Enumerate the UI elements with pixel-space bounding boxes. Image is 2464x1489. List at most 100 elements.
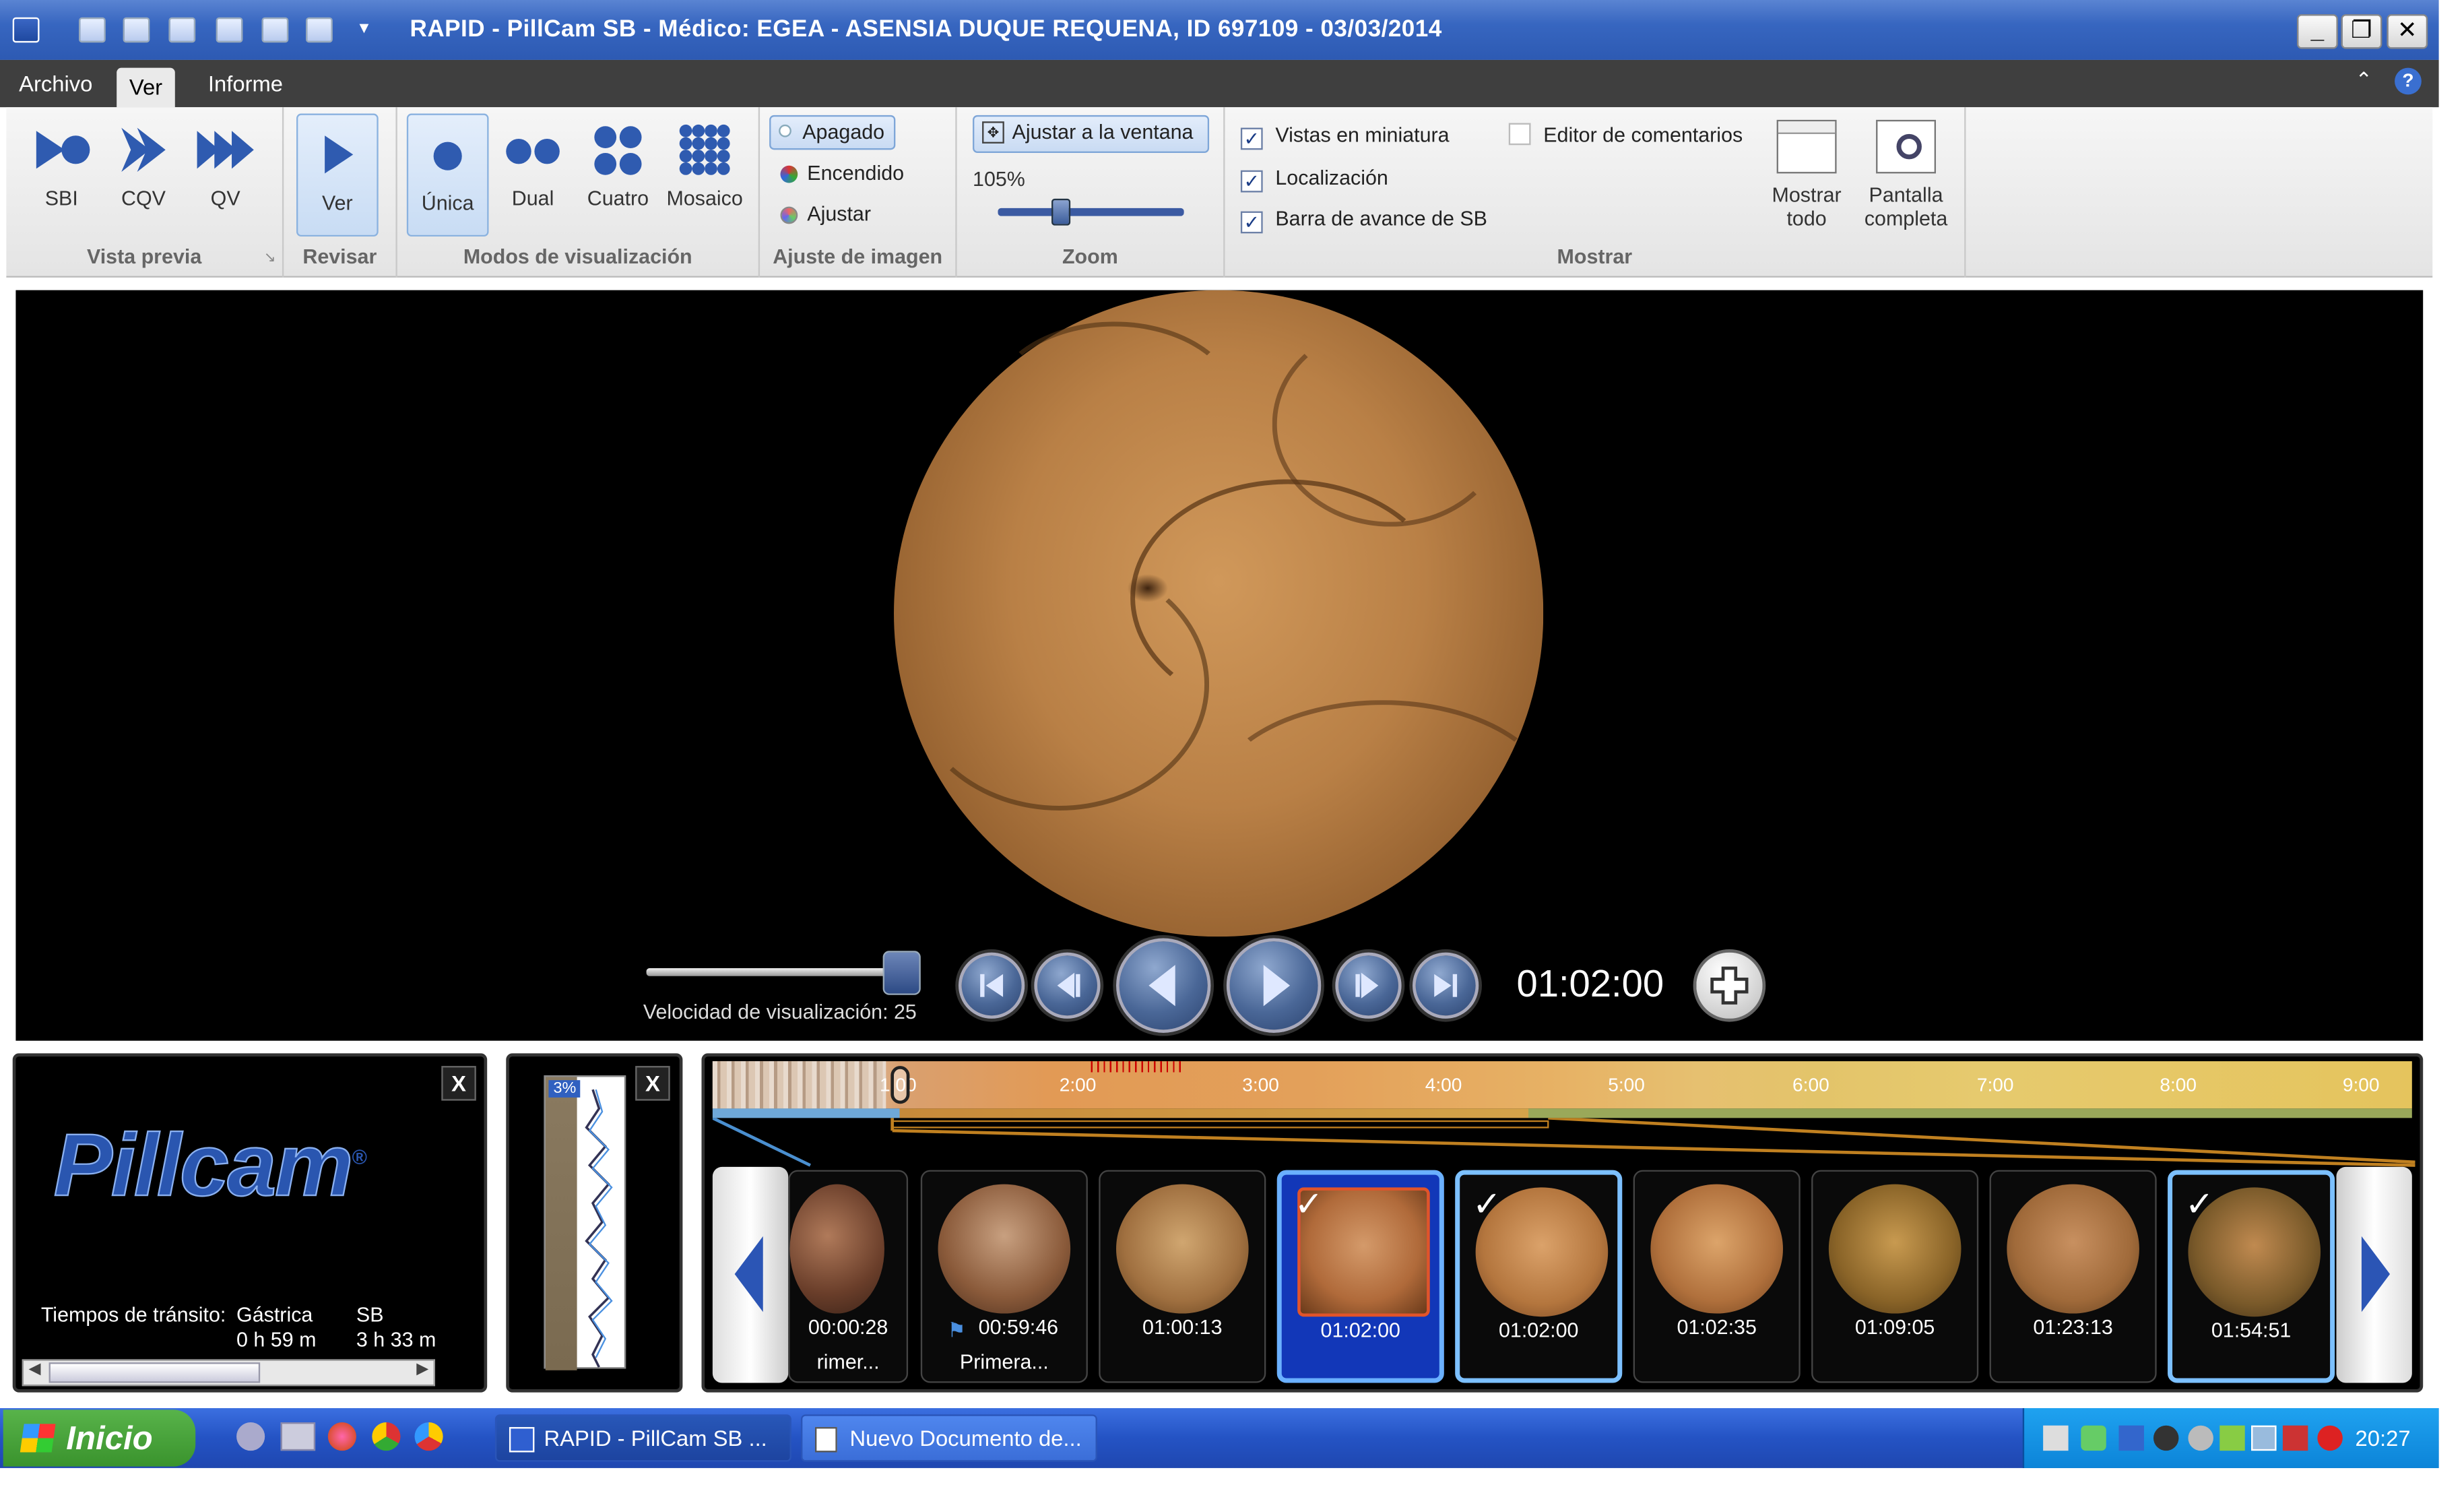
ver-button[interactable]: Ver <box>296 113 379 237</box>
alert-icon[interactable] <box>2282 1425 2308 1451</box>
update-icon[interactable] <box>2219 1425 2245 1451</box>
thumbnail-caption: Primera... <box>959 1350 1049 1374</box>
scroll-right-icon[interactable]: ▶ <box>412 1361 434 1385</box>
sbi-button[interactable]: SBI <box>22 110 101 224</box>
tray-shield-icon[interactable] <box>2188 1425 2213 1451</box>
tray-app-icon[interactable] <box>2081 1425 2106 1451</box>
endoscopy-image[interactable] <box>894 290 1544 937</box>
thumbnail-item[interactable]: ✓ 01:02:00 <box>1276 1170 1444 1383</box>
scroll-thumbnails-left[interactable] <box>712 1166 789 1383</box>
fullscreen-button[interactable]: Pantalla completa <box>1856 114 1957 243</box>
chrome-icon[interactable] <box>372 1422 401 1451</box>
media-icon[interactable] <box>414 1422 443 1451</box>
step-forward-icon <box>1355 972 1379 999</box>
ajustar-option[interactable]: Ajustar <box>775 199 871 233</box>
checkbox-box[interactable]: ✓ <box>1240 170 1263 193</box>
apagado-option[interactable]: Apagado <box>769 115 896 150</box>
zoom-slider-thumb[interactable] <box>1051 198 1070 226</box>
checkbox-editor-comentarios[interactable]: Editor de comentarios <box>1508 123 1743 147</box>
minimize-button[interactable]: _ <box>2296 14 2338 49</box>
volume-icon[interactable] <box>2043 1425 2069 1451</box>
dual-button[interactable]: Dual <box>492 110 574 224</box>
scroll-left-icon[interactable]: ◀ <box>24 1361 46 1385</box>
close-panel-button[interactable]: X <box>441 1066 476 1101</box>
camera-icon[interactable] <box>2153 1425 2179 1451</box>
table-icon[interactable] <box>123 17 150 43</box>
close-button[interactable]: ✕ <box>2387 14 2428 49</box>
windows-logo-icon <box>20 1424 56 1453</box>
thumbnail-item[interactable]: 01:09:05 <box>1811 1170 1979 1383</box>
checkbox-box[interactable]: ✓ <box>1240 211 1263 234</box>
thumbnail-item[interactable]: ✓ 01:02:00 <box>1455 1170 1623 1383</box>
scroll-thumbnails-right[interactable] <box>2336 1166 2412 1383</box>
location-graph[interactable]: 3% <box>544 1075 626 1370</box>
home-icon[interactable] <box>79 17 106 43</box>
dialog-launcher-icon[interactable]: ↘ <box>264 249 276 267</box>
step-back-button[interactable] <box>1034 952 1101 1019</box>
play-backward-icon <box>1148 965 1175 1007</box>
timeline-tick-label: 6:00 <box>1792 1073 1829 1096</box>
system-tray: 20:27 <box>2022 1407 2439 1468</box>
step-forward-button[interactable] <box>1335 952 1402 1019</box>
play-backward-button[interactable] <box>1116 938 1211 1033</box>
print-icon[interactable] <box>168 17 196 43</box>
desktop-icon[interactable] <box>280 1422 316 1451</box>
help-icon[interactable]: ? <box>2395 67 2422 95</box>
unica-button[interactable]: Única <box>406 113 489 237</box>
export-icon[interactable] <box>306 17 333 43</box>
thumbnail-item[interactable]: 01:23:13 <box>1989 1170 2157 1383</box>
thumbnail-item[interactable]: 00:00:28 rimer... <box>788 1170 909 1383</box>
task-documento[interactable]: Nuevo Documento de... <box>800 1414 1097 1462</box>
checkbox-barra-avance[interactable]: ✓ Barra de avance de SB <box>1240 207 1487 234</box>
thumbnail-item[interactable]: 01:00:13 <box>1099 1170 1266 1383</box>
network-icon[interactable] <box>2118 1425 2144 1451</box>
chevron-down-icon[interactable]: ▼ <box>356 20 372 38</box>
restore-button[interactable]: ❐ <box>2341 14 2382 49</box>
plus-icon[interactable] <box>1693 949 1766 1022</box>
checkbox-box[interactable]: ✓ <box>1240 127 1263 150</box>
play-button[interactable] <box>1226 938 1322 1033</box>
task-rapid[interactable]: RAPID - PillCam SB ... <box>494 1414 791 1462</box>
qv-button[interactable]: QV <box>186 110 265 224</box>
monitor-icon[interactable] <box>2251 1425 2277 1451</box>
firefox-icon[interactable] <box>327 1422 356 1451</box>
thumbnail-item[interactable]: ✓ 01:54:51 <box>2168 1170 2335 1383</box>
collapse-ribbon-icon[interactable]: ⌃ <box>2356 68 2373 93</box>
checkbox-box[interactable] <box>1508 123 1531 146</box>
scroll-thumb[interactable] <box>48 1362 261 1383</box>
thumbnail-item[interactable]: 01:02:35 <box>1633 1170 1801 1383</box>
group-label: Revisar <box>302 244 377 268</box>
cuatro-button[interactable]: Cuatro <box>577 110 659 224</box>
speed-slider-track[interactable] <box>646 968 915 976</box>
go-to-end-button[interactable] <box>1412 952 1479 1019</box>
checkbox-miniaturas[interactable]: ✓ Vistas en miniatura <box>1240 123 1450 150</box>
report-icon[interactable] <box>261 17 289 43</box>
timeline-tick-label: 4:00 <box>1425 1073 1462 1096</box>
go-to-start-button[interactable] <box>958 952 1025 1019</box>
mosaico-button[interactable]: Mosaico <box>659 110 750 224</box>
thumbnail-image <box>1650 1184 1783 1314</box>
menu-informe[interactable]: Informe <box>195 69 296 104</box>
fit-window-button[interactable]: ✥ Ajustar a la ventana <box>973 115 1210 154</box>
double-chevron-icon <box>112 123 175 177</box>
timeline-cursor[interactable] <box>890 1066 910 1104</box>
menu-ver[interactable]: Ver <box>117 67 175 108</box>
menu-archivo[interactable]: Archivo <box>6 69 105 104</box>
group-mostrar: ✓ Vistas en miniatura ✓ Localización ✓ Barr… <box>1225 107 1966 278</box>
cqv-button[interactable]: CQV <box>104 110 183 224</box>
zoom-value: 105% <box>973 167 1025 191</box>
checkbox-localizacion[interactable]: ✓ Localización <box>1240 166 1388 193</box>
antivirus-icon[interactable] <box>2317 1425 2343 1451</box>
ie-icon[interactable] <box>236 1422 265 1451</box>
app-icon[interactable] <box>12 17 40 43</box>
speed-slider-thumb[interactable] <box>882 951 921 995</box>
show-all-button[interactable]: Mostrar todo <box>1761 114 1852 243</box>
close-panel-button[interactable]: X <box>635 1066 670 1101</box>
horizontal-scrollbar[interactable]: ◀ ▶ <box>22 1359 435 1387</box>
copy-icon[interactable] <box>216 17 243 43</box>
encendido-option[interactable]: Encendido <box>775 158 904 192</box>
notepad-icon <box>814 1427 837 1453</box>
zoom-slider-track[interactable] <box>998 208 1184 216</box>
start-button[interactable]: Inicio <box>3 1409 196 1467</box>
thumbnail-item[interactable]: ⚑ 00:59:46 Primera... <box>920 1170 1088 1383</box>
